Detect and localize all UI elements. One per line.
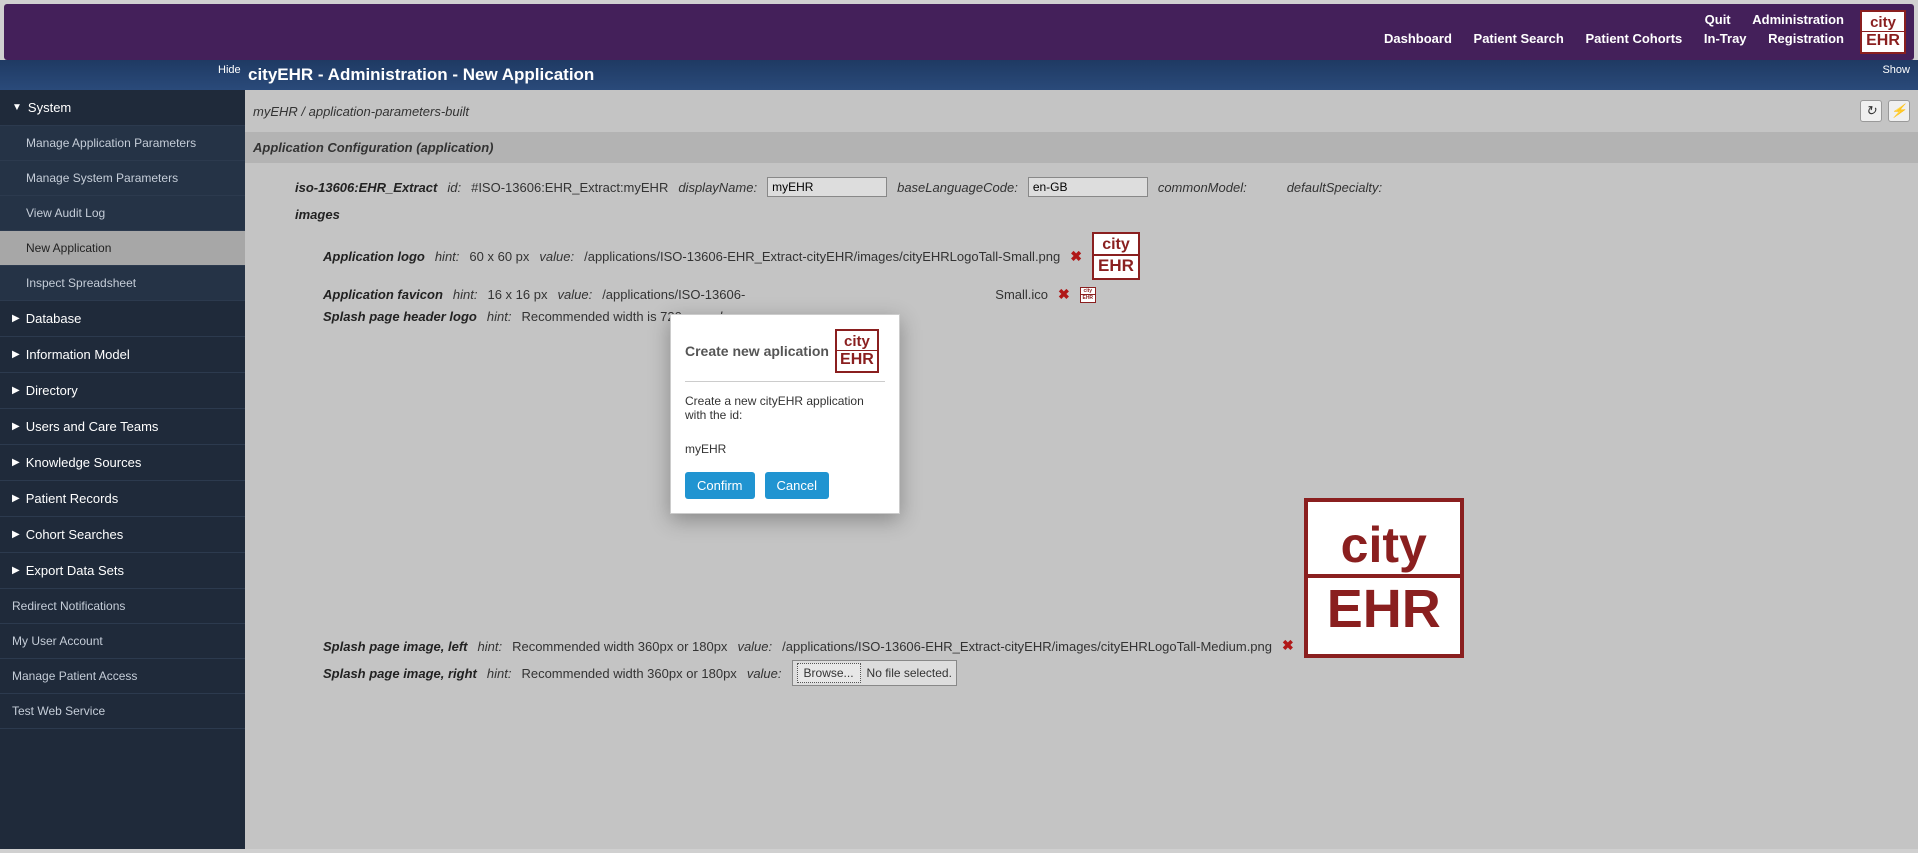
caret-down-icon: ▼	[12, 102, 22, 113]
base-lang-label: baseLanguageCode:	[897, 180, 1018, 195]
app-logo-preview-icon: cityEHR	[1092, 232, 1140, 280]
sidebar-item-manage-patient-access[interactable]: Manage Patient Access	[0, 659, 245, 694]
hint-label: hint:	[435, 249, 460, 264]
create-application-dialog: Create new aplication cityEHR Create a n…	[670, 314, 900, 514]
cancel-button[interactable]: Cancel	[765, 472, 829, 499]
form-area: iso-13606:EHR_Extract id: #ISO-13606:EHR…	[245, 163, 1918, 706]
section-title: Application Configuration (application)	[245, 132, 1918, 163]
content: myEHR / application-parameters-built ↻ ⚡…	[245, 90, 1918, 849]
breadcrumb: myEHR / application-parameters-built	[253, 104, 469, 119]
delete-icon[interactable]: ✖	[1282, 637, 1294, 654]
sidebar-group-users-care-teams[interactable]: ▶Users and Care Teams	[0, 409, 245, 445]
nav-patient-cohorts[interactable]: Patient Cohorts	[1585, 31, 1682, 46]
sidebar-item-my-user-account[interactable]: My User Account	[0, 624, 245, 659]
app-logo-hint: 60 x 60 px	[469, 249, 529, 264]
main: ▼ System Manage Application Parameters M…	[0, 90, 1918, 849]
splash-right-label: Splash page image, right	[323, 666, 477, 681]
app-logo-icon: cityEHR	[1860, 10, 1906, 54]
delete-icon[interactable]: ✖	[1070, 248, 1082, 265]
dialog-title: Create new aplication	[685, 343, 829, 359]
splash-left-preview-icon: cityEHR	[1304, 498, 1464, 658]
confirm-button[interactable]: Confirm	[685, 472, 755, 499]
sidebar-group-cohort-searches[interactable]: ▶Cohort Searches	[0, 517, 245, 553]
splash-right-hint: Recommended width 360px or 180px	[521, 666, 736, 681]
base-lang-input[interactable]	[1028, 177, 1148, 197]
nav-administration[interactable]: Administration	[1752, 12, 1844, 27]
sidebar-group-patient-records[interactable]: ▶Patient Records	[0, 481, 245, 517]
sidebar-group-information-model[interactable]: ▶Information Model	[0, 337, 245, 373]
id-label: id:	[447, 180, 461, 195]
caret-right-icon: ▶	[12, 493, 20, 504]
splash-right-file-input[interactable]: Browse... No file selected.	[792, 660, 957, 686]
sidebar-group-directory[interactable]: ▶Directory	[0, 373, 245, 409]
extract-label: iso-13606:EHR_Extract	[295, 180, 437, 195]
splash-header-label: Splash page header logo	[323, 309, 477, 324]
favicon-value-left: /applications/ISO-13606-	[602, 287, 745, 302]
caret-right-icon: ▶	[12, 565, 20, 576]
sidebar-item-manage-app-params[interactable]: Manage Application Parameters	[0, 126, 245, 161]
show-link[interactable]: Show	[1882, 64, 1910, 76]
value-label: value:	[539, 249, 574, 264]
sidebar-item-redirect-notifications[interactable]: Redirect Notifications	[0, 589, 245, 624]
images-label: images	[295, 207, 340, 222]
id-value: #ISO-13606:EHR_Extract:myEHR	[471, 180, 668, 195]
refresh-button[interactable]: ↻	[1860, 100, 1882, 122]
caret-right-icon: ▶	[12, 313, 20, 324]
favicon-value-right: Small.ico	[995, 287, 1048, 302]
file-status: No file selected.	[867, 666, 952, 680]
sidebar-group-label: System	[28, 100, 71, 115]
dialog-logo-icon: cityEHR	[835, 329, 879, 373]
sidebar-group-export-data-sets[interactable]: ▶Export Data Sets	[0, 553, 245, 589]
sidebar-group-system[interactable]: ▼ System	[0, 90, 245, 126]
caret-right-icon: ▶	[12, 529, 20, 540]
sub-header: Hide cityEHR - Administration - New Appl…	[0, 60, 1918, 90]
nav-in-tray[interactable]: In-Tray	[1704, 31, 1747, 46]
display-name-label: displayName:	[678, 180, 757, 195]
app-logo-value: /applications/ISO-13606-EHR_Extract-city…	[584, 249, 1060, 264]
caret-right-icon: ▶	[12, 457, 20, 468]
delete-icon[interactable]: ✖	[1058, 286, 1070, 303]
caret-right-icon: ▶	[12, 385, 20, 396]
sidebar: ▼ System Manage Application Parameters M…	[0, 90, 245, 849]
sidebar-item-test-web-service[interactable]: Test Web Service	[0, 694, 245, 729]
nav-dashboard[interactable]: Dashboard	[1384, 31, 1452, 46]
common-model-label: commonModel:	[1158, 180, 1247, 195]
splash-left-label: Splash page image, left	[323, 639, 468, 654]
nav-patient-search[interactable]: Patient Search	[1474, 31, 1564, 46]
sidebar-group-database[interactable]: ▶Database	[0, 301, 245, 337]
hide-sidebar-link[interactable]: Hide	[218, 64, 241, 76]
display-name-input[interactable]	[767, 177, 887, 197]
app-logo-label: Application logo	[323, 249, 425, 264]
sidebar-item-inspect-spreadsheet[interactable]: Inspect Spreadsheet	[0, 266, 245, 301]
page-title: cityEHR - Administration - New Applicati…	[248, 65, 594, 85]
splash-left-value: /applications/ISO-13606-EHR_Extract-city…	[782, 639, 1272, 654]
caret-right-icon: ▶	[12, 421, 20, 432]
sidebar-item-view-audit-log[interactable]: View Audit Log	[0, 196, 245, 231]
splash-left-hint: Recommended width 360px or 180px	[512, 639, 727, 654]
nav-registration[interactable]: Registration	[1768, 31, 1844, 46]
nav-quit[interactable]: Quit	[1705, 12, 1731, 27]
favicon-hint: 16 x 16 px	[487, 287, 547, 302]
top-nav: Quit Administration Dashboard Patient Se…	[1366, 12, 1844, 50]
sidebar-item-manage-sys-params[interactable]: Manage System Parameters	[0, 161, 245, 196]
dialog-body: Create a new cityEHR application with th…	[685, 394, 885, 422]
top-bar: Quit Administration Dashboard Patient Se…	[4, 4, 1914, 60]
default-specialty-label: defaultSpecialty:	[1287, 180, 1382, 195]
favicon-preview-icon: cityEHR	[1080, 287, 1096, 303]
dialog-id-value: myEHR	[685, 442, 885, 456]
sidebar-group-knowledge-sources[interactable]: ▶Knowledge Sources	[0, 445, 245, 481]
favicon-label: Application favicon	[323, 287, 443, 302]
caret-right-icon: ▶	[12, 349, 20, 360]
action-button[interactable]: ⚡	[1888, 100, 1910, 122]
browse-button[interactable]: Browse...	[797, 663, 861, 683]
sidebar-item-new-application[interactable]: New Application	[0, 231, 245, 266]
